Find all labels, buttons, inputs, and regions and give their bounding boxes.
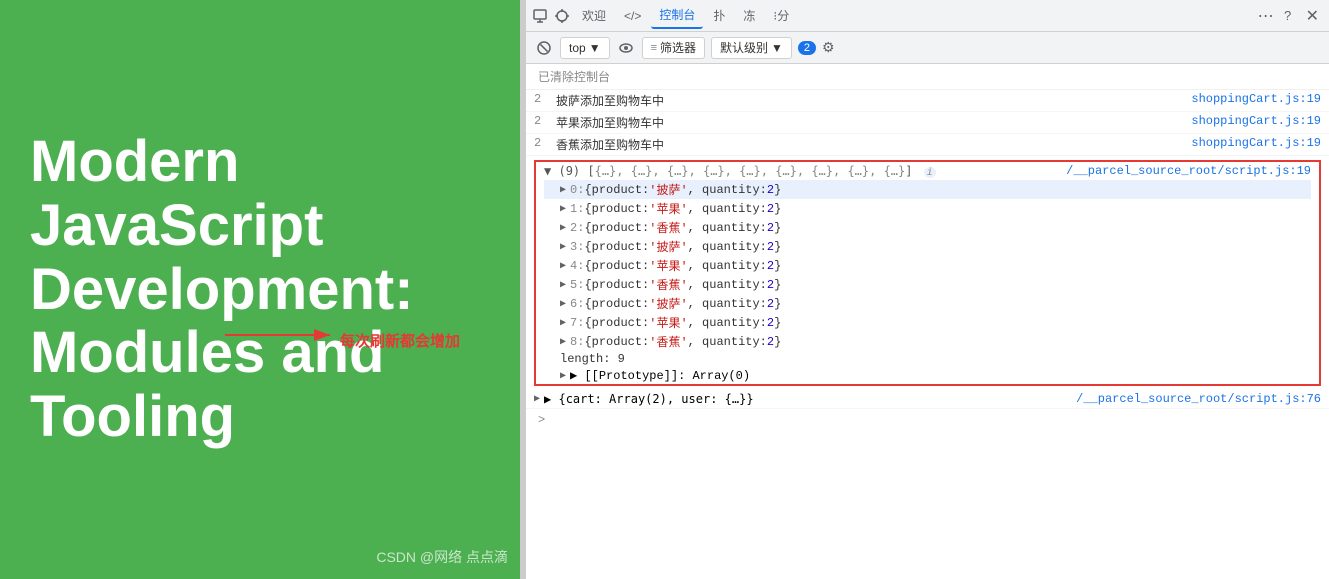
- console-prompt: >: [526, 409, 1329, 431]
- expand-prototype-icon[interactable]: ▶: [560, 370, 566, 382]
- array-prototype: ▶ ▶ [[Prototype]]: Array(0): [544, 367, 1311, 384]
- help-icon[interactable]: ?: [1278, 6, 1298, 26]
- log-count: 2: [534, 114, 550, 128]
- clear-console-icon[interactable]: [534, 38, 554, 58]
- console-log-row: 2 香蕉添加至购物车中 shoppingCart.js:19: [526, 134, 1329, 156]
- tab-welcome[interactable]: 欢迎: [574, 3, 614, 28]
- tab-console[interactable]: 控制台: [651, 2, 703, 29]
- devtools-panel: 欢迎 </> 控制台 扑 冻 ⁝分 ⋯ ? ✕ top ▼: [526, 0, 1329, 579]
- array-item: ▶ 7: {product: '苹果', quantity: 2}: [544, 313, 1311, 332]
- expand-icon[interactable]: ▶: [560, 317, 566, 329]
- expand-icon[interactable]: ▶: [560, 241, 566, 253]
- array-output-section: ▼ (9) [{…}, {…}, {…}, {…}, {…}, {…}, {…}…: [534, 160, 1321, 386]
- expand-icon[interactable]: ▶: [560, 184, 566, 196]
- log-source[interactable]: shoppingCart.js:19: [1191, 136, 1321, 150]
- expand-icon[interactable]: ▶: [560, 279, 566, 291]
- array-header: ▼ (9) [{…}, {…}, {…}, {…}, {…}, {…}, {…}…: [536, 162, 1319, 180]
- array-length: length: 9: [544, 351, 1311, 367]
- top-context-dropdown[interactable]: top ▼: [560, 37, 610, 59]
- log-count: 2: [534, 92, 550, 106]
- more-options-icon[interactable]: ⋯: [1256, 6, 1276, 26]
- book-title: Modern JavaScript Development: Modules a…: [30, 130, 490, 449]
- log-count: 2: [534, 136, 550, 150]
- expand-icon[interactable]: ▶: [560, 222, 566, 234]
- tab-more-tools[interactable]: ⁝分: [765, 3, 797, 28]
- tab-network[interactable]: 冻: [735, 3, 763, 28]
- tab-code[interactable]: </>: [616, 5, 649, 27]
- book-cover: Modern JavaScript Development: Modules a…: [0, 0, 520, 579]
- close-devtools-button[interactable]: ✕: [1300, 4, 1325, 28]
- filter-input[interactable]: ≡ 筛选器: [642, 37, 705, 59]
- expand-icon[interactable]: ▶: [560, 260, 566, 272]
- log-source[interactable]: shoppingCart.js:19: [1191, 92, 1321, 106]
- array-item: ▶ 6: {product: '披萨', quantity: 2}: [544, 294, 1311, 313]
- devtools-tab-bar: 欢迎 </> 控制台 扑 冻 ⁝分 ⋯ ? ✕: [526, 0, 1329, 32]
- array-header-source[interactable]: /__parcel_source_root/script.js:19: [1066, 164, 1311, 178]
- log-text: 苹果添加至购物车中: [556, 114, 1191, 131]
- inspect-icon[interactable]: [530, 6, 550, 26]
- log-text: 香蕉添加至购物车中: [556, 136, 1191, 153]
- pointer-icon[interactable]: [552, 6, 572, 26]
- eye-icon[interactable]: [616, 38, 636, 58]
- array-item: ▶ 8: {product: '香蕉', quantity: 2}: [544, 332, 1311, 351]
- annotation-label: 每次刷新都会增加: [340, 330, 460, 351]
- expand-icon[interactable]: ▶: [560, 298, 566, 310]
- console-output: 已清除控制台 2 披萨添加至购物车中 shoppingCart.js:19 2 …: [526, 64, 1329, 579]
- log-source[interactable]: shoppingCart.js:19: [1191, 114, 1321, 128]
- bottom-log-row: ▶ ▶ {cart: Array(2), user: {…}} /__parce…: [526, 390, 1329, 409]
- expand-object-icon[interactable]: ▶: [534, 393, 540, 405]
- array-item: ▶ 1: {product: '苹果', quantity: 2}: [544, 199, 1311, 218]
- prompt-chevron-icon: >: [538, 413, 545, 427]
- message-count-badge: 2: [798, 41, 816, 55]
- array-item: ▶ 5: {product: '香蕉', quantity: 2}: [544, 275, 1311, 294]
- array-item: ▶ 3: {product: '披萨', quantity: 2}: [544, 237, 1311, 256]
- watermark: CSDN @网络 点点滴: [376, 547, 508, 567]
- array-item: ▶ 0: {product: '披萨', quantity: 2}: [544, 180, 1311, 199]
- settings-icon[interactable]: ⚙: [822, 39, 835, 56]
- console-log-row: 2 苹果添加至购物车中 shoppingCart.js:19: [526, 112, 1329, 134]
- tab-sources[interactable]: 扑: [705, 3, 733, 28]
- array-item: ▶ 4: {product: '苹果', quantity: 2}: [544, 256, 1311, 275]
- expand-icon[interactable]: ▶: [560, 336, 566, 348]
- expand-icon[interactable]: ▶: [560, 203, 566, 215]
- bottom-row-text: ▶ {cart: Array(2), user: {…}}: [544, 392, 754, 406]
- log-level-dropdown[interactable]: 默认级别 ▼: [711, 37, 792, 59]
- console-log-row: 2 披萨添加至购物车中 shoppingCart.js:19: [526, 90, 1329, 112]
- bottom-row-source[interactable]: /__parcel_source_root/script.js:76: [1076, 392, 1321, 406]
- log-text: 披萨添加至购物车中: [556, 92, 1191, 109]
- array-items-list: ▶ 0: {product: '披萨', quantity: 2} ▶ 1: {…: [536, 180, 1319, 384]
- console-cleared-notice: 已清除控制台: [526, 64, 1329, 90]
- array-item: ▶ 2: {product: '香蕉', quantity: 2}: [544, 218, 1311, 237]
- console-toolbar: top ▼ ≡ 筛选器 默认级别 ▼ 2 ⚙: [526, 32, 1329, 64]
